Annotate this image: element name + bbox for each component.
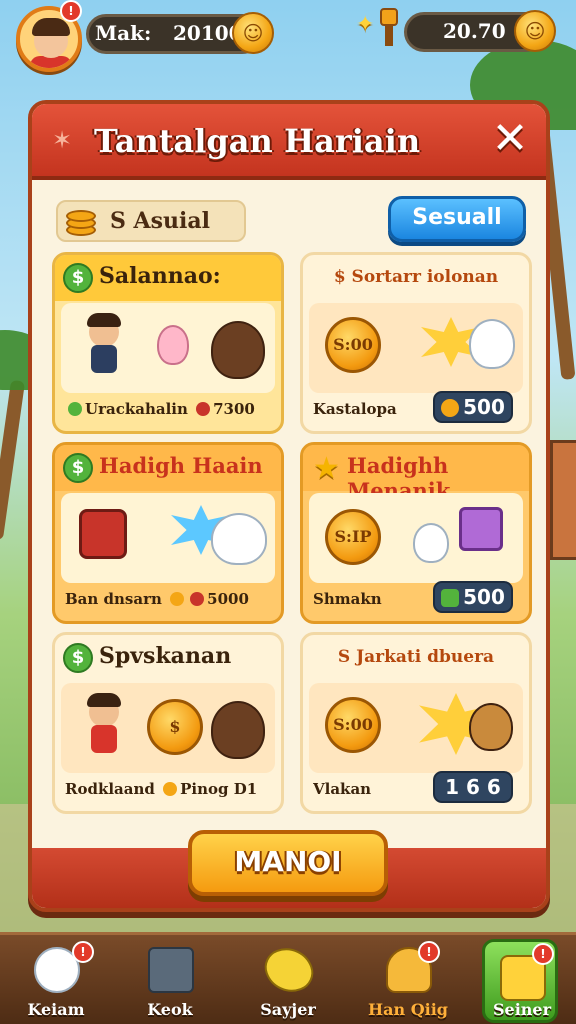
card-footer-value: Pinog D1 [180, 780, 258, 798]
card-footer-label: Urackahalin [85, 400, 188, 418]
card-footer-label: Ban dnsarn [65, 590, 162, 608]
card-illustration: S:IP [309, 493, 523, 583]
coin-icon-right: ☺ [514, 10, 556, 52]
reward-badge[interactable]: 1 6 6 [433, 771, 513, 803]
nav-item-seiner[interactable]: ! Seiner [474, 939, 570, 1024]
coins-right-value: 20.70 [443, 19, 506, 43]
card-footer: Urackahalin 7300 [65, 393, 271, 425]
white-pet-icon [413, 523, 449, 563]
sparkle-icon: ✦ [356, 12, 375, 37]
player-label: Mak: [95, 21, 152, 45]
white-pet-icon [211, 513, 267, 565]
card-illustration [61, 303, 275, 393]
calculator-icon [148, 947, 194, 993]
dollar-badge-icon: $ [63, 643, 93, 673]
daily-challenge-panel: ✶ Tantalgan Hariain ✕ S Asuial Sesuall $… [28, 100, 550, 912]
avatar-notification-badge: ! [60, 0, 82, 22]
dollar-badge-icon: $ [63, 263, 93, 293]
nav-item-sayjer[interactable]: Sayjer [240, 940, 336, 1024]
bottom-navigation: ! Keiam Keok Sayjer ! Han Qiig ! Seiner [0, 932, 576, 1024]
header-sparkle-icon: ✶ [52, 126, 73, 154]
nav-item-keiam[interactable]: ! Keiam [8, 941, 104, 1024]
coin-icon: ☺ [232, 12, 274, 54]
card-footer-label: Rodklaand [65, 780, 155, 798]
nav-label: Han Qiig [368, 1000, 448, 1019]
challenge-card-6[interactable]: S Jarkati dbuera S:00 Vlakan 1 6 6 [300, 632, 532, 814]
challenge-card-3[interactable]: $ Hadigh Haain Ban dnsarn 5000 [52, 442, 284, 624]
big-coin-icon: S:00 [325, 317, 381, 373]
action-button[interactable]: Sesuall [388, 196, 526, 242]
main-action-button[interactable]: MANOI [188, 830, 388, 896]
challenge-card-2[interactable]: $ Sortarr iolonan S:00 Kastalopa 500 [300, 252, 532, 434]
card-footer: Ban dnsarn 5000 [65, 583, 271, 615]
dollar-badge-icon: $ [63, 453, 93, 483]
card-illustration [61, 493, 275, 583]
nav-label: Seiner [492, 1000, 552, 1019]
nav-label: Keiam [27, 1000, 85, 1019]
card-footer: Rodklaand Pinog D1 [65, 773, 271, 805]
card-footer-value: 5000 [207, 590, 249, 608]
reward-value: 500 [463, 585, 505, 609]
trophy-icon [376, 8, 402, 52]
challenge-card-5[interactable]: $ Spvskanan $ Rodklaand Pinog D1 [52, 632, 284, 814]
big-coin-icon: $ [147, 699, 203, 755]
reward-badge[interactable]: 500 [433, 391, 513, 423]
reward-badge[interactable]: 500 [433, 581, 513, 613]
coin-stack-icon [62, 204, 104, 240]
gift-icon [459, 507, 503, 551]
panel-title: Tantalgan Hariain [94, 122, 421, 160]
card-illustration: S:00 [309, 683, 523, 773]
nav-notification-badge: ! [418, 941, 440, 963]
reward-value: 500 [463, 395, 505, 419]
status-indicator: S Asuial [56, 200, 246, 242]
nav-notification-badge: ! [72, 941, 94, 963]
pink-pet-icon [157, 325, 189, 365]
nav-label: Sayjer [260, 1000, 316, 1019]
card-illustration: S:00 [309, 303, 523, 393]
card-title: Hadigh Haain [99, 453, 263, 478]
card-illustration: $ [61, 683, 275, 773]
treasure-chest-icon [79, 509, 127, 559]
big-coin-icon: S:IP [325, 509, 381, 565]
card-title: $ Sortarr iolonan [333, 267, 499, 287]
challenge-card-1[interactable]: $ Salannao: Urackahalin 7300 [52, 252, 284, 434]
panel-header: ✶ Tantalgan Hariain ✕ [32, 104, 546, 180]
white-pet-icon [469, 319, 515, 369]
status-label: S Asuial [110, 208, 210, 234]
brown-pet-icon [211, 701, 265, 759]
nav-notification-badge: ! [532, 943, 554, 965]
top-bar: ! Mak: 20100 ☺ ✦ 20.70 ☺ [0, 0, 576, 80]
card-title: S Jarkati dbuera [337, 647, 495, 667]
big-coin-icon: S:00 [325, 697, 381, 753]
card-footer-value: 7300 [213, 400, 255, 418]
brown-pet-icon [211, 321, 265, 379]
card-title: Salannao: [99, 263, 221, 289]
nav-item-keok[interactable]: Keok [122, 941, 218, 1024]
challenge-card-4[interactable]: ★ Hadighh Menanik S:IP Shmakn 500 [300, 442, 532, 624]
banana-icon [259, 940, 319, 1000]
star-icon: ★ [313, 451, 340, 486]
lion-pet-icon [469, 703, 513, 751]
nav-label: Keok [147, 1000, 193, 1019]
nav-item-han-qiig[interactable]: ! Han Qiig [360, 941, 456, 1024]
card-title: Spvskanan [99, 643, 232, 669]
close-button[interactable]: ✕ [486, 116, 534, 164]
